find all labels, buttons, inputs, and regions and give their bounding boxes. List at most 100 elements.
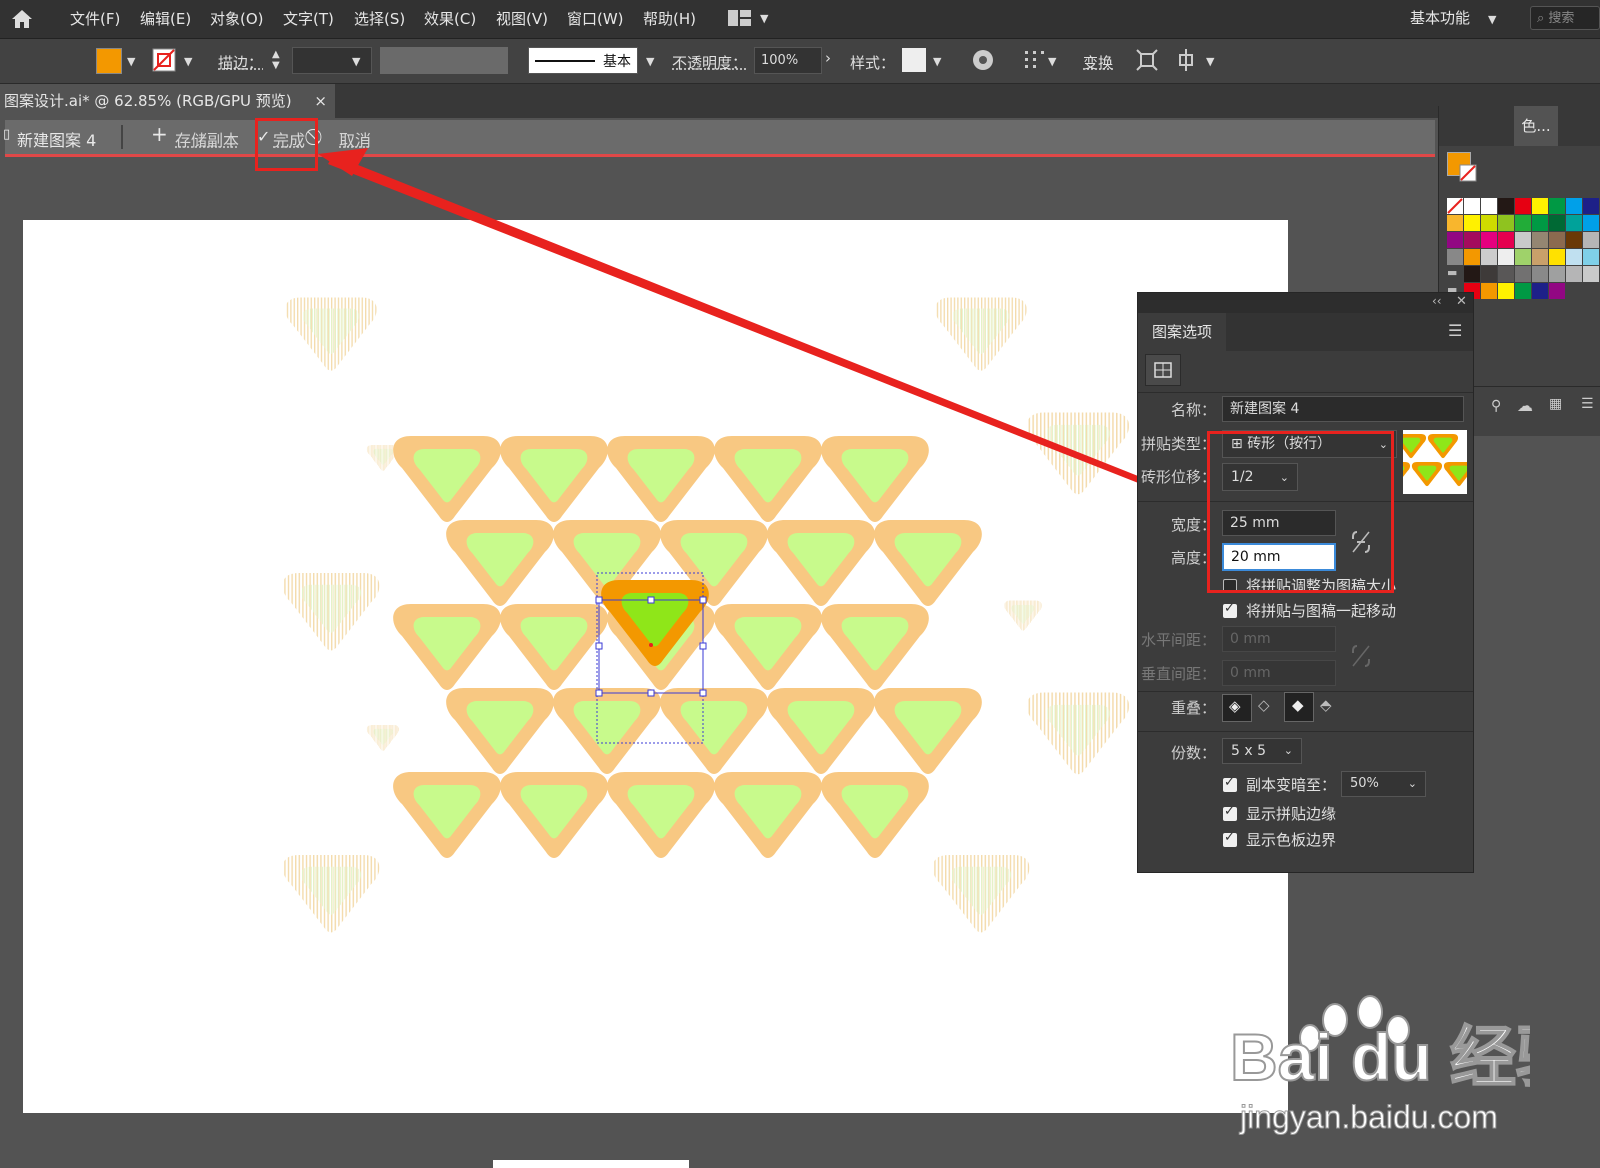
overlap-bottom-icon: ⬘: [1320, 696, 1332, 714]
panel-tab-row: 图案选项 ☰: [1138, 313, 1473, 351]
overlap-right-icon: ◇: [1258, 696, 1270, 714]
tab-pattern-options[interactable]: 图案选项: [1138, 313, 1226, 351]
pattern-tile-tool-button[interactable]: [1145, 354, 1181, 386]
color-swatch[interactable]: [1549, 249, 1565, 265]
overlap-top-front-button[interactable]: ◆: [1284, 692, 1314, 722]
dim-copies-select[interactable]: 50% ⌄: [1341, 771, 1426, 797]
pattern-options-panel: ‹‹ ✕ 图案选项 ☰ 名称： 新建图案 4 拼贴类型： ⊞ 砖形（按行） ⌄ …: [1137, 292, 1474, 873]
color-swatch[interactable]: [1583, 266, 1599, 282]
brick-offset-label: 砖形位移：: [1140, 468, 1216, 486]
color-swatch[interactable]: [1464, 198, 1480, 214]
color-swatch[interactable]: [1583, 198, 1599, 214]
color-swatch[interactable]: [1566, 266, 1582, 282]
color-swatch[interactable]: [1481, 283, 1497, 299]
h-spacing-label: 水平间距：: [1140, 631, 1216, 649]
color-swatch[interactable]: [1464, 215, 1480, 231]
color-swatch[interactable]: ▬: [1447, 266, 1463, 282]
color-swatch[interactable]: [1583, 249, 1599, 265]
grid-view-icon[interactable]: ▦: [1549, 396, 1562, 412]
cloud-icon[interactable]: ☁: [1517, 396, 1533, 415]
color-swatch[interactable]: [1549, 198, 1565, 214]
width-label: 宽度：: [1170, 516, 1216, 534]
pattern-name-field[interactable]: 新建图案 4: [1222, 396, 1464, 422]
color-swatch[interactable]: [1583, 215, 1599, 231]
color-swatch[interactable]: [1532, 232, 1548, 248]
show-tile-edge-label: 显示拼贴边缘: [1246, 805, 1337, 823]
close-icon[interactable]: ✕: [1456, 294, 1467, 309]
color-swatch[interactable]: [1464, 249, 1480, 265]
color-swatch[interactable]: [1498, 266, 1514, 282]
color-swatch[interactable]: [1447, 198, 1463, 214]
color-swatch[interactable]: [1549, 215, 1565, 231]
height-label: 高度：: [1170, 549, 1216, 567]
color-swatch[interactable]: [1447, 232, 1463, 248]
swatch-options-icon[interactable]: ⚲: [1491, 398, 1501, 414]
color-swatch[interactable]: [1583, 232, 1599, 248]
color-swatch[interactable]: [1549, 266, 1565, 282]
move-tile-label: 将拼贴与图稿一起移动: [1246, 602, 1397, 620]
overlap-right-front-button[interactable]: ◇: [1252, 694, 1280, 720]
color-swatch[interactable]: [1566, 232, 1582, 248]
color-swatch[interactable]: [1498, 249, 1514, 265]
move-tile-checkbox[interactable]: [1223, 601, 1237, 618]
color-swatch[interactable]: [1566, 249, 1582, 265]
color-swatch[interactable]: [1532, 266, 1548, 282]
watermark-brand: Bai du 经验: [1230, 1020, 1530, 1094]
color-swatch[interactable]: [1481, 198, 1497, 214]
color-swatch[interactable]: [1566, 283, 1582, 299]
copies-select[interactable]: 5 x 5 ⌄: [1222, 738, 1302, 764]
color-swatch[interactable]: [1481, 232, 1497, 248]
color-swatch[interactable]: [1498, 283, 1514, 299]
color-swatch[interactable]: [1447, 249, 1463, 265]
h-spacing-field[interactable]: 0 mm: [1222, 626, 1336, 652]
divider: [1138, 731, 1473, 732]
color-swatch[interactable]: [1515, 249, 1531, 265]
v-spacing-field[interactable]: 0 mm: [1222, 660, 1336, 686]
color-swatch[interactable]: [1583, 283, 1599, 299]
tile-type-label: 拼贴类型：: [1140, 435, 1216, 453]
stroke-none-swatch[interactable]: [1459, 164, 1477, 182]
name-label: 名称：: [1170, 401, 1216, 419]
color-swatch[interactable]: [1481, 249, 1497, 265]
color-swatch[interactable]: [1498, 198, 1514, 214]
panel-menu-icon[interactable]: ☰: [1448, 321, 1462, 340]
color-swatch[interactable]: [1515, 283, 1531, 299]
color-swatch[interactable]: [1532, 249, 1548, 265]
color-swatch[interactable]: [1498, 232, 1514, 248]
color-swatch[interactable]: [1532, 283, 1548, 299]
color-swatch[interactable]: [1566, 198, 1582, 214]
color-swatch[interactable]: [1481, 215, 1497, 231]
color-swatch[interactable]: [1481, 266, 1497, 282]
color-swatch[interactable]: [1515, 266, 1531, 282]
overlap-bottom-front-button[interactable]: ⬘: [1314, 694, 1342, 720]
color-swatch[interactable]: [1532, 198, 1548, 214]
panel-titlebar: ‹‹ ✕: [1138, 293, 1473, 313]
chevron-down-icon: ⌄: [1283, 744, 1293, 757]
dim-copies-checkbox[interactable]: [1223, 775, 1237, 792]
color-swatch[interactable]: [1464, 266, 1480, 282]
color-swatch[interactable]: [1549, 232, 1565, 248]
overlap-left-front-button[interactable]: ◈: [1222, 694, 1252, 722]
color-swatch[interactable]: [1464, 232, 1480, 248]
color-swatch[interactable]: [1515, 232, 1531, 248]
color-swatch[interactable]: [1498, 215, 1514, 231]
color-swatch[interactable]: [1515, 198, 1531, 214]
copies-label: 份数：: [1170, 744, 1216, 762]
done-highlight-box: [255, 118, 318, 171]
color-swatch[interactable]: [1515, 215, 1531, 231]
link-spacing-icon[interactable]: [1350, 643, 1372, 669]
chevron-down-icon: ⌄: [1407, 777, 1417, 790]
color-swatch[interactable]: [1532, 215, 1548, 231]
show-swatch-bounds-checkbox[interactable]: [1223, 830, 1237, 847]
overlap-left-icon: ◈: [1229, 697, 1241, 715]
highlight-box: [1207, 431, 1394, 593]
v-spacing-label: 垂直间距：: [1140, 665, 1216, 683]
collapse-icon[interactable]: ‹‹: [1432, 294, 1442, 308]
color-swatch[interactable]: [1447, 215, 1463, 231]
color-swatch[interactable]: [1566, 215, 1582, 231]
tab-color[interactable]: 色...: [1514, 106, 1558, 146]
show-tile-edge-checkbox[interactable]: [1223, 804, 1237, 821]
color-swatch[interactable]: [1549, 283, 1565, 299]
list-view-icon[interactable]: ☰: [1581, 396, 1594, 412]
overlap-label: 重叠：: [1170, 699, 1216, 717]
